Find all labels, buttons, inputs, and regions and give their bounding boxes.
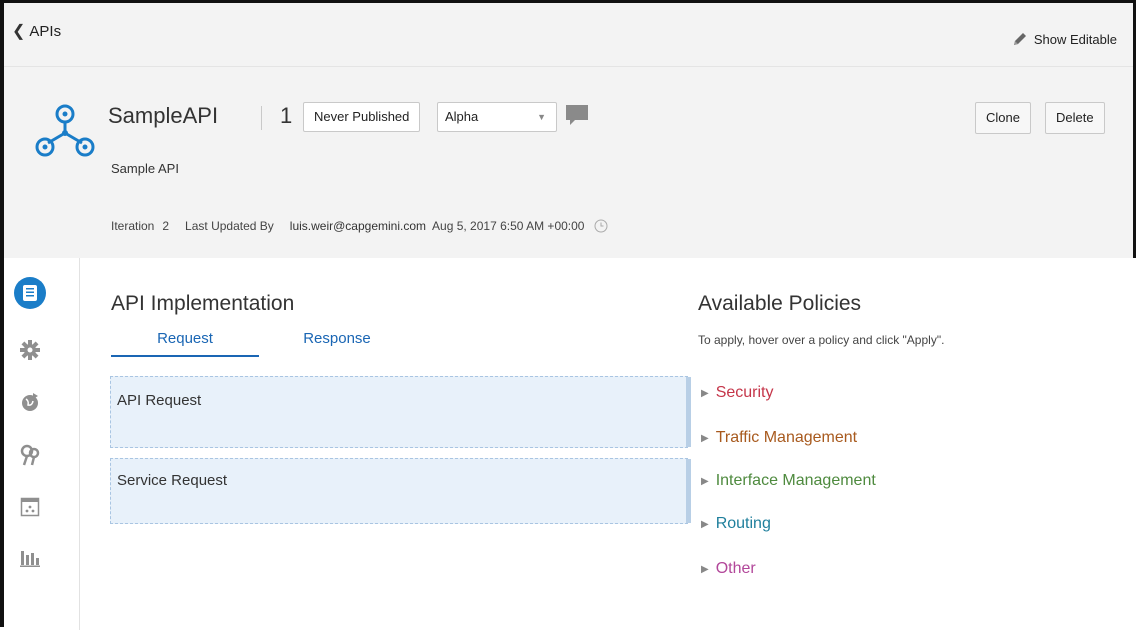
api-description: Sample API xyxy=(111,161,179,176)
service-request-label: Service Request xyxy=(117,472,228,489)
policy-traffic-management[interactable]: ▶ Traffic Management xyxy=(701,429,857,447)
api-name: SampleAPI xyxy=(108,103,219,128)
portal-icon xyxy=(20,497,40,517)
policy-security[interactable]: ▶ Security xyxy=(701,384,774,402)
box-edge xyxy=(686,459,691,523)
pencil-icon xyxy=(1013,33,1026,45)
policies-hint: To apply, hover over a policy and click … xyxy=(698,333,945,347)
left-nav xyxy=(4,258,80,630)
policy-label: Interface Management xyxy=(715,472,876,489)
policy-routing[interactable]: ▶ Routing xyxy=(701,515,771,533)
updated-by: luis.weir@capgemini.com xyxy=(289,219,427,233)
nav-deployments[interactable] xyxy=(14,386,46,418)
chevron-left-icon: ❮ xyxy=(12,22,26,40)
policy-other[interactable]: ▶ Other xyxy=(701,560,756,578)
api-implementation-icon xyxy=(23,285,37,301)
caret-down-icon: ▼ xyxy=(537,112,546,122)
nav-analytics[interactable] xyxy=(14,542,46,574)
api-header: ❮ APIs Show Editable SampleAPI 1 Never P… xyxy=(4,3,1133,258)
stage-select-value: Alpha xyxy=(445,109,479,124)
api-request-label: API Request xyxy=(117,392,202,409)
publish-status-badge: Never Published xyxy=(303,102,421,132)
back-to-apis-link[interactable]: ❮ APIs xyxy=(12,23,61,40)
triangle-right-icon: ▶ xyxy=(701,387,709,399)
service-request-box[interactable]: Service Request xyxy=(110,458,691,524)
nav-portal[interactable] xyxy=(14,491,46,523)
main-content: API Implementation Request Response API … xyxy=(81,258,1136,630)
back-link-label: APIs xyxy=(29,23,62,40)
title-divider xyxy=(261,106,262,130)
delete-button[interactable]: Delete xyxy=(1045,102,1105,134)
deployments-icon xyxy=(22,393,38,411)
tab-request[interactable]: Request xyxy=(111,330,259,357)
app-frame: ❮ APIs Show Editable SampleAPI 1 Never P… xyxy=(0,0,1136,630)
triangle-right-icon: ▶ xyxy=(701,432,709,444)
last-updated-label: Last Updated By xyxy=(185,219,274,233)
show-editable-button[interactable]: Show Editable xyxy=(1012,31,1117,47)
triangle-right-icon: ▶ xyxy=(701,518,709,530)
api-request-box[interactable]: API Request xyxy=(110,376,691,448)
show-editable-label: Show Editable xyxy=(1033,31,1117,47)
grants-icon xyxy=(20,444,40,466)
tab-response[interactable]: Response xyxy=(301,330,373,347)
clock-icon xyxy=(594,219,608,233)
analytics-icon xyxy=(20,551,40,567)
policy-label: Security xyxy=(715,384,774,401)
clone-button[interactable]: Clone xyxy=(975,102,1031,134)
api-version: 1 xyxy=(280,103,293,128)
settings-icon xyxy=(20,340,40,360)
api-meta: Iteration 2 Last Updated By luis.weir@ca… xyxy=(111,219,608,233)
comment-icon[interactable] xyxy=(565,103,589,127)
policy-label: Other xyxy=(715,560,756,577)
policy-label: Traffic Management xyxy=(715,429,858,446)
triangle-right-icon: ▶ xyxy=(701,563,709,575)
nav-grants[interactable] xyxy=(14,439,46,471)
iteration-value: 2 xyxy=(162,219,170,233)
iteration-label: Iteration xyxy=(111,219,155,233)
nav-settings[interactable] xyxy=(14,334,46,366)
top-bar: ❮ APIs Show Editable xyxy=(4,3,1133,67)
policy-label: Routing xyxy=(715,515,771,532)
box-edge xyxy=(686,377,691,447)
policy-interface-management[interactable]: ▶ Interface Management xyxy=(701,472,876,490)
implementation-title: API Implementation xyxy=(111,292,295,315)
api-logo-icon xyxy=(35,104,95,157)
stage-select[interactable]: Alpha ▼ xyxy=(437,102,557,132)
updated-at: Aug 5, 2017 6:50 AM +00:00 xyxy=(432,219,585,233)
nav-api-implementation[interactable] xyxy=(14,277,46,309)
triangle-right-icon: ▶ xyxy=(701,475,709,487)
policies-title: Available Policies xyxy=(698,292,862,315)
